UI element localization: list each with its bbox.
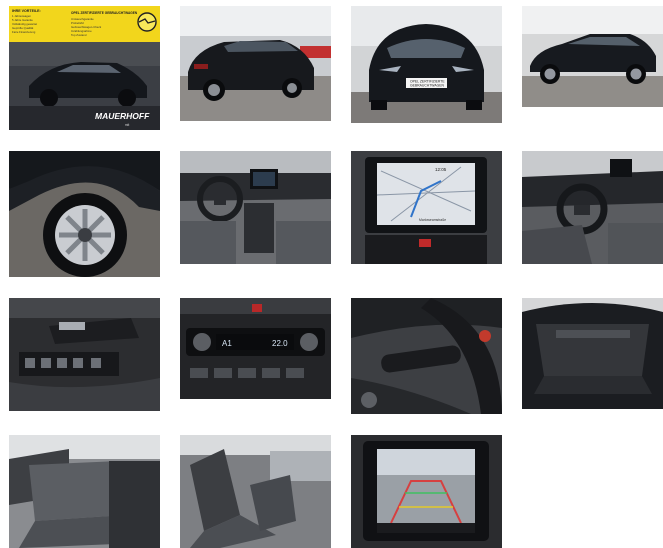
rear-seats-photo — [9, 435, 160, 548]
steering-controls-photo — [351, 298, 502, 414]
plate-line-2: GEBRAUCHTWAGEN — [410, 84, 445, 88]
dealer-sub: mit — [125, 123, 129, 127]
photo-thumbnail-4[interactable] — [522, 6, 663, 107]
banner-right-title: OPEL ZERTIFIZIERTE GEBRAUCHTWAGEN — [71, 11, 138, 15]
photo-gallery: IHRE VORTEILE: 1 Jahreswagen 5 Jahre Gar… — [0, 0, 663, 548]
door-panel-photo — [9, 298, 160, 411]
interior-driver-photo — [522, 151, 663, 264]
photo-thumbnail-5[interactable] — [9, 151, 160, 277]
photo-thumbnail-8[interactable] — [522, 151, 663, 264]
photo-thumbnail-9[interactable] — [9, 298, 160, 411]
nav-time: 12:05 — [435, 167, 447, 172]
photo-thumbnail-10[interactable]: A1 22.0 — [180, 298, 331, 399]
dealer-name: MAUERHOFF — [95, 111, 150, 121]
navigation-screen-photo: 12:05 Marloweamstraße — [351, 151, 502, 264]
photo-thumbnail-13[interactable] — [9, 435, 160, 548]
photo-thumbnail-7[interactable]: 12:05 Marloweamstraße — [351, 151, 502, 264]
photo-thumbnail-2[interactable] — [180, 6, 331, 121]
photo-thumbnail-15[interactable] — [351, 435, 502, 548]
car-side-photo — [522, 6, 663, 107]
photo-thumbnail-1[interactable]: IHRE VORTEILE: 1 Jahreswagen 5 Jahre Gar… — [9, 6, 160, 130]
trunk-photo — [522, 298, 663, 409]
dashboard-photo — [180, 151, 331, 264]
opel-logo-icon — [137, 12, 157, 32]
photo-thumbnail-12[interactable] — [522, 298, 663, 409]
banner-left-title: IHRE VORTEILE: — [12, 9, 41, 13]
banner-left-item: Faire Finanzierung — [12, 30, 36, 34]
front-seats-photo — [180, 435, 331, 548]
wheel-photo — [9, 151, 160, 277]
photo-thumbnail-3[interactable]: OPEL ZERTIFIZIERTE GEBRAUCHTWAGEN — [351, 6, 502, 123]
photo-thumbnail-11[interactable] — [351, 298, 502, 414]
climate-left-display: A1 — [222, 339, 232, 348]
climate-right-display: 22.0 — [272, 339, 288, 348]
reversing-camera-photo — [351, 435, 502, 548]
photo-thumbnail-14[interactable] — [180, 435, 331, 548]
banner-right-item: Top Zustand — [71, 33, 87, 37]
car-rear-photo — [180, 6, 331, 121]
nav-street: Marloweamstraße — [419, 218, 446, 222]
climate-control-photo: A1 22.0 — [180, 298, 331, 399]
car-front-photo: OPEL ZERTIFIZIERTE GEBRAUCHTWAGEN — [351, 6, 502, 123]
car-front-banner-photo: IHRE VORTEILE: 1 Jahreswagen 5 Jahre Gar… — [9, 6, 160, 130]
photo-thumbnail-6[interactable] — [180, 151, 331, 264]
